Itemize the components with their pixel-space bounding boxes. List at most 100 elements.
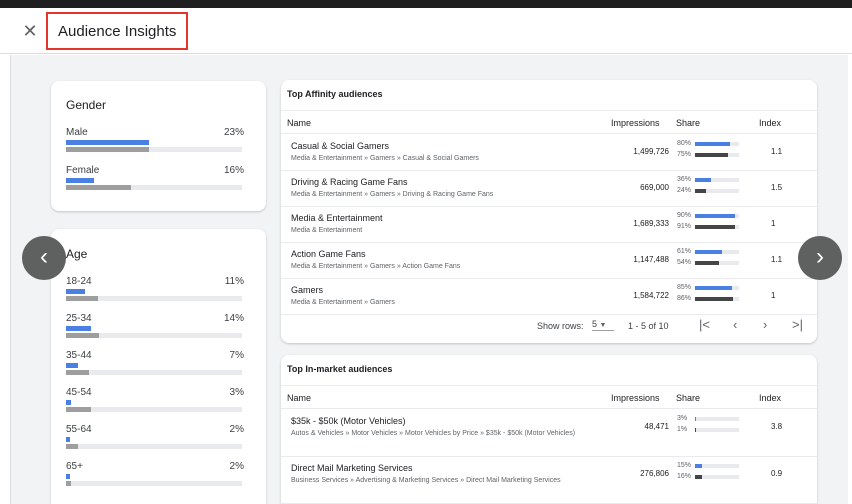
audience-path: Autos & Vehicles » Motor Vehicles » Moto… <box>291 430 576 437</box>
share-compare: 1% <box>677 426 688 433</box>
share-bar-compare-fill <box>695 153 728 157</box>
share-compare: 91% <box>677 223 692 230</box>
share-bar-primary-fill <box>695 178 711 182</box>
share-bar-compare-fill <box>695 297 733 301</box>
share-bar-compare-fill <box>695 189 706 193</box>
close-icon[interactable]: ✕ <box>20 21 40 41</box>
share-bar-primary-fill <box>695 250 722 254</box>
gender-bar-compare-fill <box>66 147 149 152</box>
age-label: 35-44 <box>66 350 92 361</box>
col-name[interactable]: Name <box>287 393 311 403</box>
gender-bar-primary-fill <box>66 178 95 183</box>
rows-per-page-value: 5 <box>592 319 598 329</box>
inmarket-table-title: Top In-market audiences <box>287 364 393 374</box>
share-bar-primary <box>695 214 739 218</box>
age-bar-compare-fill <box>66 370 89 375</box>
share-bar-compare <box>695 297 739 301</box>
gender-label: Male <box>66 127 88 138</box>
age-row: 45-54 3% <box>66 387 244 417</box>
table-row[interactable]: Gamers Media & Entertainment » Gamers 1,58… <box>281 279 817 315</box>
col-share[interactable]: Share <box>676 118 700 128</box>
age-label: 55-64 <box>66 424 92 435</box>
age-label: 18-24 <box>66 276 92 287</box>
dialog-header: ✕ Audience Insights <box>0 8 852 54</box>
col-name[interactable]: Name <box>287 118 311 128</box>
age-percent: 2% <box>229 461 244 472</box>
table-row[interactable]: Driving & Racing Game Fans Media & Entert… <box>281 171 817 207</box>
last-page-icon[interactable]: >| <box>792 317 803 333</box>
gender-bar-compare <box>66 147 242 152</box>
col-impressions[interactable]: Impressions <box>611 393 660 403</box>
index-value: 1.1 <box>771 147 783 156</box>
share-compare: 16% <box>677 473 692 480</box>
next-page-icon[interactable]: › <box>763 317 767 333</box>
audience-path: Media & Entertainment » Gamers <box>291 299 395 306</box>
table-row[interactable]: Media & Entertainment Media & Entertainme… <box>281 207 817 243</box>
audience-name: Media & Entertainment <box>291 213 383 223</box>
affinity-table-title: Top Affinity audiences <box>287 89 383 99</box>
gender-row: Male 23% <box>66 127 244 157</box>
age-percent: 11% <box>224 276 244 287</box>
col-share[interactable]: Share <box>676 393 700 403</box>
share-compare: 54% <box>677 259 692 266</box>
age-bar-compare <box>66 407 242 412</box>
gender-bar-compare-fill <box>66 185 132 190</box>
carousel-prev-button[interactable]: ‹ <box>22 236 66 280</box>
share-primary: 3% <box>677 415 688 422</box>
audience-name: $35k - $50k (Motor Vehicles) <box>291 416 406 426</box>
share-primary: 15% <box>677 462 692 469</box>
age-bar-primary <box>66 289 242 294</box>
share-bar-primary <box>695 250 739 254</box>
chevron-right-icon: › <box>816 243 824 270</box>
impressions-value: 1,499,726 <box>633 147 669 156</box>
carousel-next-button[interactable]: › <box>798 236 842 280</box>
age-bar-primary-fill <box>66 289 86 294</box>
age-bar-primary-fill <box>66 474 70 479</box>
table-row[interactable]: Casual & Social Gamers Media & Entertainm… <box>281 135 817 171</box>
share-bar-compare-fill <box>695 261 719 265</box>
first-page-icon[interactable]: |< <box>699 317 710 333</box>
col-index[interactable]: Index <box>759 118 781 128</box>
share-bar-primary-fill <box>695 286 733 290</box>
share-bar-primary-fill <box>695 464 702 468</box>
share-bar-compare <box>695 428 739 432</box>
age-card: Age 18-24 11% 25-34 14% 35-44 7% 45-54 3% 55-64 2… <box>51 229 266 504</box>
age-percent: 3% <box>229 387 244 398</box>
audience-name: Casual & Social Gamers <box>291 141 390 151</box>
index-value: 1 <box>771 291 776 300</box>
table-row[interactable]: $35k - $50k (Motor Vehicles) Autos & Vehi… <box>281 410 817 457</box>
share-bar-primary <box>695 286 739 290</box>
gender-bar-primary <box>66 140 242 145</box>
share-bar-primary <box>695 464 739 468</box>
rows-per-page-select[interactable]: 5 ▼ <box>592 319 614 331</box>
share-primary: 61% <box>677 248 692 255</box>
index-value: 1.1 <box>771 255 783 264</box>
age-label: 45-54 <box>66 387 92 398</box>
index-value: 1 <box>771 219 776 228</box>
col-impressions[interactable]: Impressions <box>611 118 660 128</box>
age-bar-compare <box>66 333 242 338</box>
table-row[interactable]: Direct Mail Marketing Services Business S… <box>281 457 817 504</box>
audience-path: Media & Entertainment » Gamers » Casual … <box>291 155 479 162</box>
share-primary: 36% <box>677 176 692 183</box>
impressions-value: 1,584,722 <box>633 291 669 300</box>
age-bar-primary <box>66 400 242 405</box>
audience-name: Driving & Racing Game Fans <box>291 177 408 187</box>
share-primary: 85% <box>677 284 692 291</box>
age-bar-primary <box>66 363 242 368</box>
inmarket-audiences-table: Top In-market audiences Name Impressions… <box>281 355 817 504</box>
share-compare: 24% <box>677 187 692 194</box>
age-title: Age <box>66 247 88 261</box>
share-bar-primary <box>695 142 739 146</box>
age-row: 65+ 2% <box>66 461 244 491</box>
gender-bar-primary <box>66 178 242 183</box>
share-bar-compare <box>695 261 739 265</box>
audience-path: Business Services » Advertising & Market… <box>291 477 561 484</box>
impressions-value: 1,689,333 <box>633 219 669 228</box>
age-percent: 7% <box>229 350 244 361</box>
share-compare: 86% <box>677 295 692 302</box>
prev-page-icon[interactable]: ‹ <box>733 317 737 333</box>
col-index[interactable]: Index <box>759 393 781 403</box>
table-row[interactable]: Action Game Fans Media & Entertainment » … <box>281 243 817 279</box>
share-bar-primary-fill <box>695 142 731 146</box>
